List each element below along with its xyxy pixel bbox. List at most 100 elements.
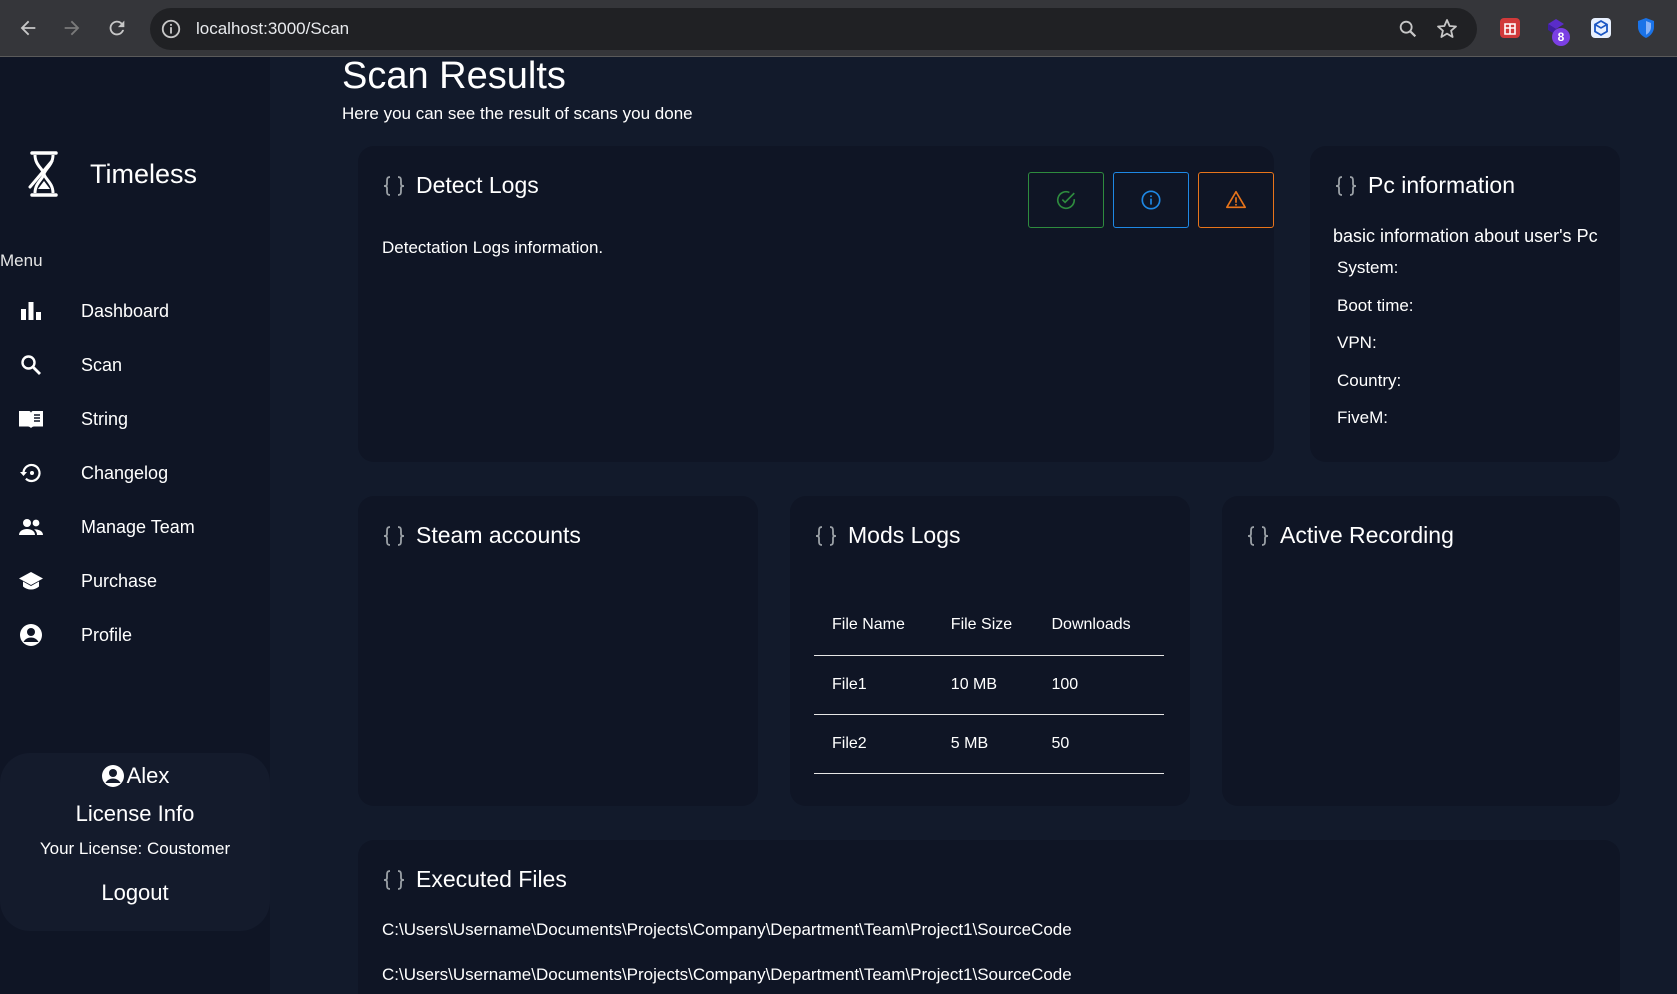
card-header: Active Recording xyxy=(1246,522,1454,549)
pc-info-card: Pc information basic information about u… xyxy=(1310,146,1620,462)
info-filter-button[interactable] xyxy=(1113,172,1189,228)
back-button[interactable] xyxy=(14,14,42,42)
reload-icon xyxy=(109,20,125,36)
card-description: Detectation Logs information. xyxy=(382,238,604,257)
history-icon xyxy=(18,460,44,486)
brand[interactable]: Timeless xyxy=(22,149,197,199)
info-icon[interactable] xyxy=(160,18,182,40)
people-icon xyxy=(18,514,44,540)
sidebar-item-scan[interactable]: Scan xyxy=(0,341,270,389)
sidebar-item-label: Profile xyxy=(81,624,133,645)
brand-name: Timeless xyxy=(90,158,198,189)
sidebar-item-label: Dashboard xyxy=(81,300,170,321)
downloads-cell: 50 xyxy=(1043,714,1164,774)
forward-button[interactable] xyxy=(58,14,86,42)
extension-cube-icon[interactable] xyxy=(1589,16,1613,40)
card-header: Executed Files xyxy=(382,866,567,893)
arrow-right-icon xyxy=(64,20,80,36)
bar-chart-icon xyxy=(18,298,44,324)
column-header: File Name xyxy=(814,596,939,656)
page-title: Scan Results xyxy=(342,55,566,97)
pc-info-fivem: FiveM: xyxy=(1337,408,1388,427)
active-recording-card: Active Recording xyxy=(1222,496,1620,806)
zoom-icon[interactable] xyxy=(1397,18,1419,40)
card-description: basic information about user's Pc xyxy=(1333,226,1598,246)
card-title: Active Recording xyxy=(1280,522,1454,548)
executed-files-card: Executed Files C:\Users\Username\Documen… xyxy=(358,840,1620,994)
steam-accounts-card: Steam accounts xyxy=(358,496,758,806)
table-row: File1 10 MB 100 xyxy=(814,655,1164,715)
column-header: Downloads xyxy=(1043,596,1164,656)
pc-info-boot-time: Boot time: xyxy=(1337,296,1414,315)
success-filter-button[interactable] xyxy=(1028,172,1104,228)
sidebar-item-label: Purchase xyxy=(81,570,158,591)
sidebar-item-purchase[interactable]: Purchase xyxy=(0,557,270,605)
sidebar-item-label: Manage Team xyxy=(81,516,195,537)
column-header: File Size xyxy=(938,596,1044,656)
braces-icon xyxy=(383,869,405,890)
book-icon xyxy=(18,406,44,432)
extension-gift-icon[interactable] xyxy=(1498,16,1522,40)
user-avatar-icon xyxy=(101,765,124,787)
braces-icon xyxy=(383,175,405,196)
sidebar-item-string[interactable]: String xyxy=(0,395,270,443)
arrow-left-icon xyxy=(20,20,36,36)
sidebar: Timeless Menu Dashboard Scan String Chan… xyxy=(0,57,270,994)
sidebar-item-changelog[interactable]: Changelog xyxy=(0,449,270,497)
card-header: Mods Logs xyxy=(814,522,961,549)
card-title: Pc information xyxy=(1368,172,1516,198)
search-icon xyxy=(18,352,44,378)
user-name-text: Alex xyxy=(126,763,170,788)
extension-shield-icon[interactable] xyxy=(1634,16,1658,40)
card-title: Steam accounts xyxy=(416,522,581,548)
url-text[interactable]: localhost:3000/Scan xyxy=(196,19,349,39)
license-info-title: License Info xyxy=(75,801,195,826)
card-header: Pc information xyxy=(1334,172,1515,199)
hourglass-logo-icon xyxy=(28,151,58,197)
sidebar-item-label: String xyxy=(81,408,129,429)
extension-badge: 8 xyxy=(1552,28,1570,46)
pc-info-vpn: VPN: xyxy=(1337,333,1377,352)
braces-icon xyxy=(383,525,405,546)
license-type: Your License: Coustomer xyxy=(39,839,231,858)
bookmark-star-icon[interactable] xyxy=(1435,17,1459,41)
sidebar-item-dashboard[interactable]: Dashboard xyxy=(0,287,270,335)
table-row: File2 5 MB 50 xyxy=(814,714,1164,774)
mods-logs-card: Mods Logs File Name File Size Downloads … xyxy=(790,496,1190,806)
mods-table: File Name File Size Downloads File1 10 M… xyxy=(814,596,1164,774)
file-size-cell: 5 MB xyxy=(938,714,1044,774)
table-header-row: File Name File Size Downloads xyxy=(814,596,1164,656)
user-card: Alex License Info Your License: Coustome… xyxy=(0,753,270,931)
menu-title: Menu xyxy=(0,251,43,270)
warning-filter-button[interactable] xyxy=(1198,172,1274,228)
file-name-cell: File2 xyxy=(814,714,939,774)
braces-icon xyxy=(1335,175,1357,196)
braces-icon xyxy=(815,525,837,546)
reload-button[interactable] xyxy=(103,14,131,42)
warning-triangle-icon xyxy=(1226,190,1246,209)
sidebar-item-profile[interactable]: Profile xyxy=(0,611,270,659)
sidebar-item-label: Changelog xyxy=(81,462,169,483)
sidebar-item-label: Scan xyxy=(81,354,123,375)
card-title: Mods Logs xyxy=(848,522,961,548)
card-title: Detect Logs xyxy=(416,172,539,198)
card-header: Detect Logs xyxy=(382,172,539,199)
card-header: Steam accounts xyxy=(382,522,581,549)
graduation-cap-icon xyxy=(18,568,44,594)
file-size-cell: 10 MB xyxy=(938,655,1044,715)
braces-icon xyxy=(1247,525,1269,546)
sidebar-item-manage-team[interactable]: Manage Team xyxy=(0,503,270,551)
user-circle-icon xyxy=(18,622,44,648)
user-name: Alex xyxy=(0,763,270,789)
check-circle-icon xyxy=(1056,191,1076,209)
info-circle-icon xyxy=(1141,190,1161,210)
logout-button[interactable]: Logout xyxy=(0,880,270,906)
card-title: Executed Files xyxy=(416,866,567,892)
pc-info-system: System: xyxy=(1337,258,1399,277)
executed-file-path: C:\Users\Username\Documents\Projects\Com… xyxy=(382,965,1072,984)
downloads-cell: 100 xyxy=(1043,655,1164,715)
address-bar[interactable]: localhost:3000/Scan xyxy=(150,8,1477,50)
file-name-cell: File1 xyxy=(814,655,939,715)
page-subtitle: Here you can see the result of scans you… xyxy=(342,104,693,123)
pc-info-country: Country: xyxy=(1337,371,1402,390)
